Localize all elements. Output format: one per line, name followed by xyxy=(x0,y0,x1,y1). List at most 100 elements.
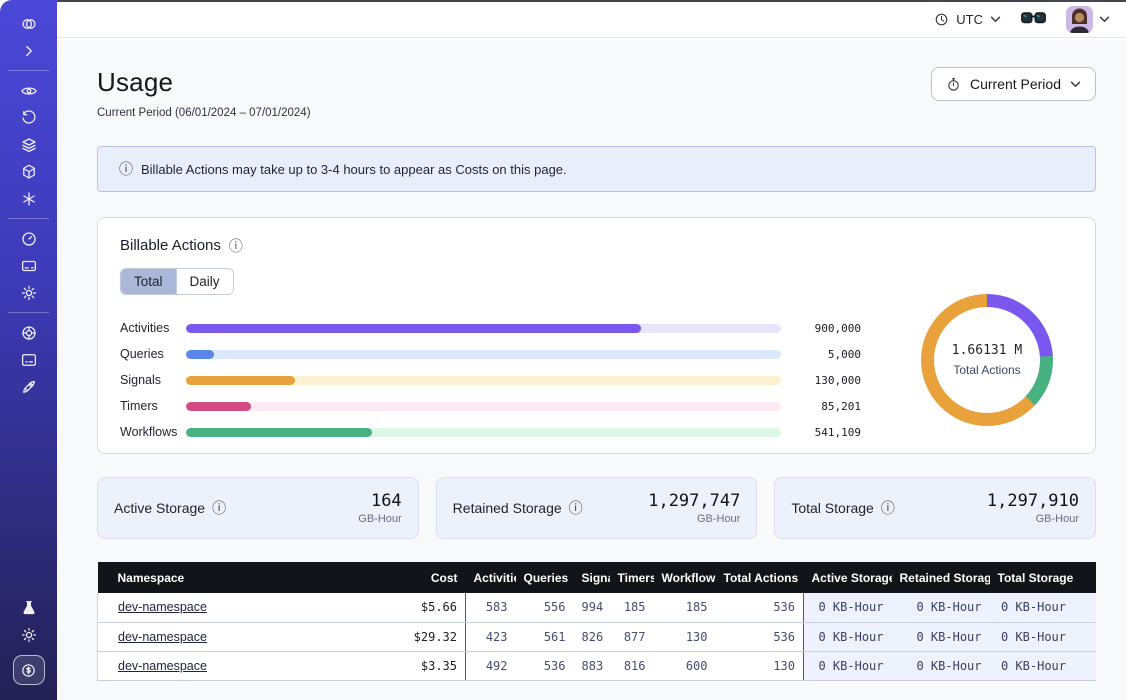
donut-chart: 1.66131 M Total Actions xyxy=(921,294,1053,426)
current-period-button[interactable]: Current Period xyxy=(931,67,1096,101)
sidebar-item-feedback[interactable] xyxy=(0,346,57,373)
retained-storage-cell: 0 KB-Hour xyxy=(892,651,990,680)
namespace-link[interactable]: dev-namespace xyxy=(118,630,207,644)
history-icon xyxy=(20,109,38,127)
info-icon[interactable]: ⓘ xyxy=(229,239,243,253)
sidebar-item-usage-active[interactable] xyxy=(0,652,57,688)
cost-cell: $29.32 xyxy=(370,622,466,651)
bar-value: 85,201 xyxy=(781,400,861,413)
sidebar-item-usage[interactable] xyxy=(0,225,57,252)
account-menu[interactable] xyxy=(1066,6,1110,33)
col-total-storage: Total Storage xyxy=(990,562,1097,593)
info-icon[interactable]: ⓘ xyxy=(881,501,895,515)
signals-cell: 994 xyxy=(574,593,610,622)
bar-fill xyxy=(186,376,295,385)
table-row: dev-namespace $29.32 423 561 826 877 130… xyxy=(98,622,1097,651)
timers-cell: 185 xyxy=(610,593,654,622)
rocket-icon xyxy=(20,378,38,396)
sidebar-divider xyxy=(8,70,49,71)
dollar-icon xyxy=(20,662,37,679)
total-storage-unit: GB-Hour xyxy=(987,513,1079,525)
total-storage-cell: 0 KB-Hour xyxy=(990,651,1097,680)
billable-actions-title: Billable Actions xyxy=(120,237,221,254)
bar-fill xyxy=(186,402,251,411)
gauge-icon xyxy=(20,230,38,248)
timezone-selector[interactable]: UTC xyxy=(934,12,1001,27)
namespace-link[interactable]: dev-namespace xyxy=(118,659,207,673)
billable-actions-title-row: Billable Actions ⓘ xyxy=(120,237,1073,254)
namespace-table: Namespace Cost Activities Queries Signal… xyxy=(97,562,1096,681)
sidebar-item-deployments[interactable] xyxy=(0,158,57,185)
info-icon[interactable]: ⓘ xyxy=(212,501,226,515)
sidebar-expand-button[interactable] xyxy=(0,37,57,64)
glasses-button[interactable] xyxy=(1021,12,1046,27)
timers-cell: 816 xyxy=(610,651,654,680)
chevron-right-icon xyxy=(20,42,38,60)
bar-value: 130,000 xyxy=(781,374,861,387)
table-row: dev-namespace $5.66 583 556 994 185 185 … xyxy=(98,593,1097,622)
active-storage-unit: GB-Hour xyxy=(358,513,401,525)
bar-track xyxy=(186,350,781,359)
timers-cell: 877 xyxy=(610,622,654,651)
col-total-actions: Total Actions xyxy=(716,562,804,593)
total-storage-value: 1,297,910 xyxy=(987,491,1079,511)
sidebar-item-theme[interactable] xyxy=(0,621,57,648)
cost-cell: $3.35 xyxy=(370,651,466,680)
bar-label: Workflows xyxy=(120,425,186,439)
bar-label: Signals xyxy=(120,373,186,387)
sidebar-item-history[interactable] xyxy=(0,104,57,131)
retained-storage-value: 1,297,747 xyxy=(648,491,740,511)
page-header: Usage Current Period (06/01/2024 – 07/01… xyxy=(97,67,1096,119)
bar-value: 900,000 xyxy=(781,322,861,335)
cost-cell: $5.66 xyxy=(370,593,466,622)
sidebar-item-home[interactable] xyxy=(0,10,57,37)
asterisk-icon xyxy=(20,190,38,208)
main-content: Usage Current Period (06/01/2024 – 07/01… xyxy=(57,40,1126,700)
namespace-link[interactable]: dev-namespace xyxy=(118,600,207,614)
col-active-storage: Active Storage xyxy=(804,562,892,593)
total-storage-cell: 0 KB-Hour xyxy=(990,593,1097,622)
eye-icon xyxy=(20,82,38,100)
sidebar-item-nexus[interactable] xyxy=(0,185,57,212)
sidebar-item-support[interactable] xyxy=(0,319,57,346)
retained-storage-cell: 0 KB-Hour xyxy=(892,593,990,622)
storage-cards: Active Storage ⓘ 164 GB-Hour Retained St… xyxy=(97,477,1096,539)
clock-icon xyxy=(934,12,949,27)
sidebar-divider xyxy=(8,218,49,219)
bar-track xyxy=(186,376,781,385)
col-workflows: Workflows xyxy=(654,562,716,593)
retained-storage-label: Retained Storage xyxy=(453,500,562,516)
billing-card-icon xyxy=(20,257,38,275)
activities-cell: 423 xyxy=(466,622,516,651)
billable-bar-chart: Activities 900,000 Queries 5,000 Signals… xyxy=(120,315,861,445)
col-timers: Timers xyxy=(610,562,654,593)
sidebar-item-namespaces[interactable] xyxy=(0,77,57,104)
queries-cell: 561 xyxy=(516,622,574,651)
bar-row: Workflows 541,109 xyxy=(120,419,861,445)
total-storage-card: Total Storage ⓘ 1,297,910 GB-Hour xyxy=(774,477,1096,539)
bar-label: Timers xyxy=(120,399,186,413)
page-title: Usage xyxy=(97,67,311,98)
table-row: dev-namespace $3.35 492 536 883 816 600 … xyxy=(98,651,1097,680)
chevron-down-icon xyxy=(1070,81,1081,88)
info-icon[interactable]: ⓘ xyxy=(569,501,583,515)
sidebar-item-layers[interactable] xyxy=(0,131,57,158)
sidebar-item-labs[interactable] xyxy=(0,594,57,621)
info-banner: ⓘ Billable Actions may take up to 3-4 ho… xyxy=(97,146,1096,192)
sidebar-item-billing[interactable] xyxy=(0,252,57,279)
info-icon: ⓘ xyxy=(119,162,133,176)
chevron-down-icon xyxy=(990,16,1001,23)
donut-center: 1.66131 M Total Actions xyxy=(934,307,1040,413)
retained-storage-cell: 0 KB-Hour xyxy=(892,622,990,651)
sidebar-divider xyxy=(8,312,49,313)
tab-total[interactable]: Total xyxy=(121,269,176,294)
sidebar-item-getting-started[interactable] xyxy=(0,373,57,400)
namespace-table-wrap: Namespace Cost Activities Queries Signal… xyxy=(97,562,1096,681)
sidebar-item-settings[interactable] xyxy=(0,279,57,306)
layers-icon xyxy=(20,136,38,154)
tab-daily[interactable]: Daily xyxy=(176,269,233,294)
active-storage-cell: 0 KB-Hour xyxy=(804,651,892,680)
active-storage-card: Active Storage ⓘ 164 GB-Hour xyxy=(97,477,419,539)
bar-row: Queries 5,000 xyxy=(120,341,861,367)
donut-total-value: 1.66131 M xyxy=(952,343,1022,358)
